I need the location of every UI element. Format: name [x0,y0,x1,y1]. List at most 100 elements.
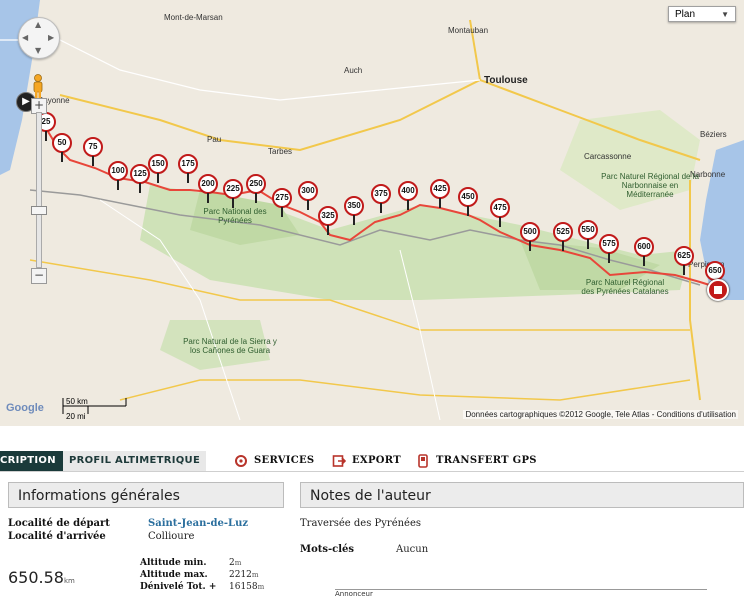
route-marker-325[interactable]: 325 [318,206,338,236]
notes-text: Traversée des Pyrénées [300,518,422,529]
pan-up-icon[interactable]: ▲ [35,21,41,29]
route-marker-label: 525 [553,222,573,242]
export-link[interactable]: EXPORT [332,451,401,471]
place-label: Pau [207,135,222,144]
distance-value: 650.58 [8,568,64,587]
place-label: Parc Naturel Régional des Pyrénées Catal… [581,278,669,296]
place-label: Auch [344,66,363,75]
route-marker-label: 500 [520,222,540,242]
alt-max-label: Altitude max. [140,570,208,580]
route-marker-425[interactable]: 425 [430,179,450,209]
pan-down-icon[interactable]: ▼ [35,47,41,55]
route-marker-225[interactable]: 225 [223,179,243,209]
gps-transfer-label: TRANSFERT GPS [436,455,537,466]
alt-min: 2m [229,558,241,568]
route-marker-550[interactable]: 550 [578,220,598,250]
route-marker-350[interactable]: 350 [344,196,364,226]
route-marker-label: 450 [458,187,478,207]
depart-label: Localité de départ [8,518,110,529]
route-marker-250[interactable]: 250 [246,174,266,204]
route-marker-50[interactable]: 50 [52,133,72,163]
gps-transfer-link[interactable]: TRANSFERT GPS [416,451,537,471]
route-marker-375[interactable]: 375 [371,184,391,214]
alt-max: 2212m [229,570,259,580]
pan-control[interactable]: ▲ ▼ ◀ ▶ [18,17,60,59]
zoom-slider-thumb[interactable] [31,206,47,215]
route-marker-500[interactable]: 500 [520,222,540,252]
mots-cles-value: Aucun [396,544,429,555]
arrivee-value: Collioure [148,531,195,542]
services-link[interactable]: SERVICES [234,451,314,471]
tab-profil-altimetrique[interactable]: PROFIL ALTIMETRIQUE [63,451,207,471]
route-marker-label: 50 [52,133,72,153]
deniv: 16158m [229,582,264,592]
unit-m: m [234,559,242,567]
route-marker-label: 275 [272,188,292,208]
mots-cles-label: Mots-clés [300,544,355,555]
route-marker-400[interactable]: 400 [398,181,418,211]
zoom-out-icon[interactable]: − [31,268,47,284]
pan-right-icon[interactable]: ▶ [48,34,54,42]
map-copyright[interactable]: Données cartographiques ©2012 Google, Te… [463,410,738,419]
map-type-select[interactable]: Plan ▼ [668,6,736,22]
route-marker-label: 325 [318,206,338,226]
alt-min-label: Altitude min. [140,558,207,568]
route-marker-label: 475 [490,198,510,218]
zoom-slider[interactable] [36,112,42,268]
place-label: Parc Naturel Régional de la Narbonnaise … [601,172,699,199]
route-marker-475[interactable]: 475 [490,198,510,228]
route-marker-75[interactable]: 75 [83,137,103,167]
deniv-label: Dénivelé Tot. + [140,582,217,592]
route-marker-200[interactable]: 200 [198,174,218,204]
route-marker-label: 550 [578,220,598,240]
deniv-value: 16158 [229,582,258,592]
route-marker-300[interactable]: 300 [298,181,318,211]
route-marker-575[interactable]: 575 [599,234,619,264]
route-marker-600[interactable]: 600 [634,237,654,267]
place-label: Mont-de-Marsan [164,13,223,22]
map-view[interactable]: Toulouse Pau Tarbes Carcassonne Perpigna… [0,0,744,426]
scale-mi: 20 mi [66,412,86,421]
map-type-label: Plan [675,9,696,20]
route-marker-label: 600 [634,237,654,257]
route-marker-175[interactable]: 175 [178,154,198,184]
route-marker-450[interactable]: 450 [458,187,478,217]
place-label: Parc National des Pyrénées [203,207,267,225]
route-marker-525[interactable]: 525 [553,222,573,252]
distance: 650.58km [8,568,75,587]
route-marker-label: 425 [430,179,450,199]
route-marker-label: 225 [223,179,243,199]
alt-max-value: 2212 [229,570,252,580]
depart-link[interactable]: Saint-Jean-de-Luz [148,518,248,529]
chevron-down-icon: ▼ [721,10,729,19]
route-marker-label: 125 [130,164,150,184]
place-label: Béziers [700,130,727,139]
map-scale: 50 km 20 mi [8,394,128,422]
route-marker-label: 375 [371,184,391,204]
route-marker-label: 625 [674,246,694,266]
arrivee-label: Localité d'arrivée [8,531,106,542]
route-marker-label: 575 [599,234,619,254]
info-heading: Informations générales [8,482,284,508]
route-marker-150[interactable]: 150 [148,154,168,184]
place-label: Montauban [448,26,489,35]
route-marker-625[interactable]: 625 [674,246,694,276]
notes-heading: Notes de l'auteur [300,482,744,508]
end-marker-icon[interactable] [707,279,729,301]
place-label: Parc Natural de la Sierra y los Cañones … [183,337,277,355]
export-icon [332,455,346,467]
route-marker-label: 75 [83,137,103,157]
route-marker-label: 650 [705,261,725,281]
unit-m: m [251,571,259,579]
route-marker-275[interactable]: 275 [272,188,292,218]
route-marker-100[interactable]: 100 [108,161,128,191]
place-label: Carcassonne [584,152,632,161]
route-marker-label: 300 [298,181,318,201]
tab-description[interactable]: CRIPTION [0,451,64,471]
route-marker-125[interactable]: 125 [130,164,150,194]
route-marker-label: 400 [398,181,418,201]
gps-device-icon [418,454,428,468]
route-marker-label: 175 [178,154,198,174]
pan-left-icon[interactable]: ◀ [22,34,28,42]
route-marker-label: 350 [344,196,364,216]
